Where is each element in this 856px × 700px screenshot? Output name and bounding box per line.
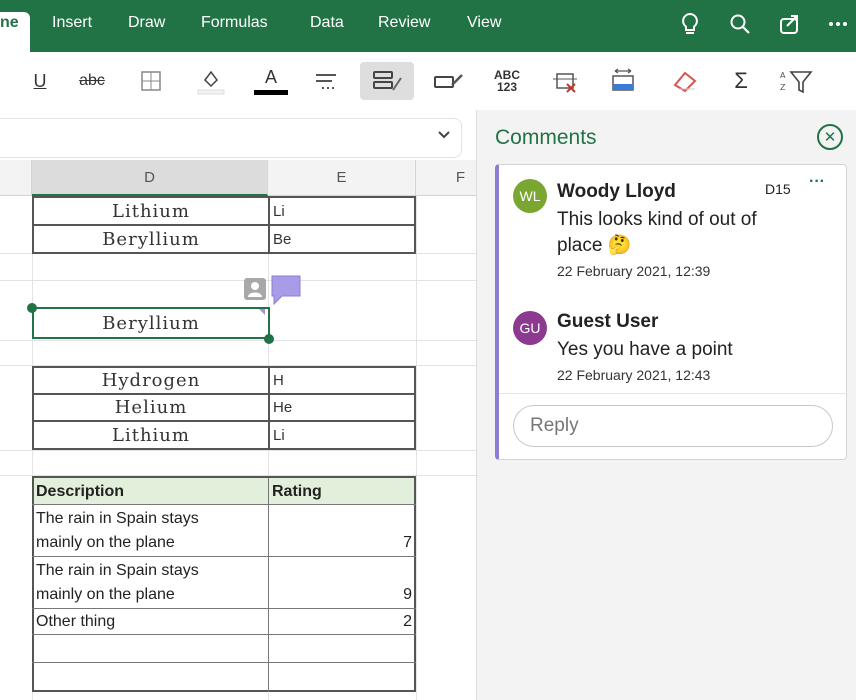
avatar: WL — [513, 179, 547, 213]
comment-date: 22 February 2021, 12:39 — [557, 263, 711, 279]
comment-marker — [259, 309, 265, 315]
eraser-icon[interactable] — [668, 62, 702, 100]
column-header-d[interactable]: D — [32, 160, 268, 196]
search-icon[interactable] — [726, 10, 754, 38]
tab-formulas[interactable]: Formulas — [201, 14, 268, 32]
table-cell-rating[interactable]: 9 — [272, 584, 412, 606]
reply-input[interactable]: Reply — [513, 405, 833, 447]
table-cell-description-line2: mainly on the plane — [36, 534, 175, 551]
tab-home[interactable]: ne — [0, 12, 30, 52]
comment-author: Guest User — [557, 311, 659, 332]
table-cell-description[interactable]: The rain in Spain stays — [36, 560, 199, 582]
grid-line — [0, 340, 476, 341]
comment-author: Woody Lloyd — [557, 181, 676, 202]
column-header-blank — [0, 160, 32, 196]
cell-d-hydrogen[interactable]: Hydrogen — [34, 368, 268, 393]
table-cell-description[interactable]: The rain in Spain stays — [36, 508, 199, 530]
table-cell-description[interactable]: Other thing — [36, 611, 115, 633]
grid-line — [268, 478, 269, 692]
strikethrough-button[interactable]: abc — [74, 62, 110, 100]
svg-text:A: A — [780, 71, 786, 80]
grid-line — [32, 634, 416, 635]
formula-bar[interactable] — [0, 118, 462, 158]
fill-color-icon[interactable] — [194, 62, 228, 100]
cell-d-helium[interactable]: Helium — [34, 395, 268, 420]
cell-e-li-2[interactable]: Li — [270, 422, 416, 448]
font-color-button[interactable]: A — [254, 62, 288, 100]
table-cell-description-line2: mainly on the plane — [36, 586, 175, 603]
grid-line — [32, 662, 416, 663]
clear-format-icon[interactable] — [548, 62, 582, 100]
grid-line — [416, 196, 417, 700]
number-format-button[interactable]: ABC 123 — [490, 62, 524, 100]
cell-reference[interactable]: D15 — [765, 181, 791, 197]
format-painter-icon[interactable] — [430, 62, 466, 100]
autosum-button[interactable]: Σ — [726, 62, 756, 100]
align-icon[interactable] — [310, 62, 344, 100]
fit-width-icon[interactable] — [606, 62, 640, 100]
tab-insert[interactable]: Insert — [52, 14, 92, 32]
comment-bubble-icon[interactable] — [270, 274, 304, 306]
svg-text:Z: Z — [780, 83, 786, 92]
avatar: GU — [513, 311, 547, 345]
cell-e-he[interactable]: He — [270, 395, 416, 420]
chevron-down-icon[interactable] — [437, 127, 451, 145]
selection-handle-bottom[interactable] — [264, 334, 274, 344]
person-icon[interactable] — [244, 278, 266, 300]
column-header-f[interactable]: F — [416, 160, 476, 196]
grid-line — [32, 608, 416, 609]
lightbulb-icon[interactable] — [676, 10, 704, 38]
spreadsheet-grid[interactable]: D E F Lithium Li Beryllium Be Beryllium … — [0, 160, 476, 700]
column-header-e[interactable]: E — [268, 160, 416, 196]
tab-data[interactable]: Data — [310, 14, 344, 32]
ribbon-toolbar: U abc A ABC 123 Σ AZ — [0, 52, 856, 110]
cell-d-lithium[interactable]: Lithium — [34, 198, 268, 224]
table-header-description[interactable]: Description — [36, 480, 124, 504]
underline-button[interactable]: U — [28, 62, 52, 100]
close-icon[interactable]: ✕ — [817, 124, 843, 150]
sort-filter-icon[interactable]: AZ — [776, 62, 816, 100]
comment-text: Yes you have a point — [557, 339, 733, 360]
divider — [499, 393, 847, 394]
cell-e-li[interactable]: Li — [270, 198, 416, 224]
cell-e-be[interactable]: Be — [270, 226, 416, 252]
table-header-rating[interactable]: Rating — [272, 480, 322, 504]
comments-pane: Comments ✕ WL Woody Lloyd D15 ··· This l… — [476, 110, 856, 700]
tab-view[interactable]: View — [467, 14, 501, 32]
table-cell-rating[interactable]: 2 — [272, 611, 412, 633]
grid-line — [0, 450, 476, 451]
grid-line — [32, 556, 416, 557]
selected-cell-value: Beryllium — [102, 312, 200, 334]
selection-handle-top[interactable] — [27, 303, 37, 313]
tab-draw[interactable]: Draw — [128, 14, 165, 32]
menu-bar: ne Insert Draw Formulas Data Review View — [0, 0, 856, 52]
comments-title: Comments — [495, 126, 597, 149]
tab-review[interactable]: Review — [378, 14, 430, 32]
font-color-bar — [254, 90, 288, 95]
comment-date: 22 February 2021, 12:43 — [557, 367, 711, 383]
cell-d-beryllium[interactable]: Beryllium — [34, 226, 268, 252]
wrap-text-icon[interactable] — [360, 62, 414, 100]
comment-text-line2: place 🤔 — [557, 235, 632, 256]
grid-line — [32, 504, 416, 505]
more-icon[interactable] — [824, 10, 852, 38]
borders-icon[interactable] — [136, 62, 166, 100]
comment-thread[interactable]: WL Woody Lloyd D15 ··· This looks kind o… — [495, 164, 847, 460]
table-cell-rating[interactable]: 7 — [272, 532, 412, 554]
comment-more-button[interactable]: ··· — [809, 173, 825, 191]
share-icon[interactable] — [776, 10, 804, 38]
grid-line — [0, 280, 476, 281]
tab-home-label: ne — [0, 14, 19, 31]
comment-text: This looks kind of out of — [557, 209, 757, 230]
font-color-letter: A — [264, 67, 277, 87]
cell-e-h[interactable]: H — [270, 368, 416, 393]
cell-d-lithium-2[interactable]: Lithium — [34, 422, 268, 448]
